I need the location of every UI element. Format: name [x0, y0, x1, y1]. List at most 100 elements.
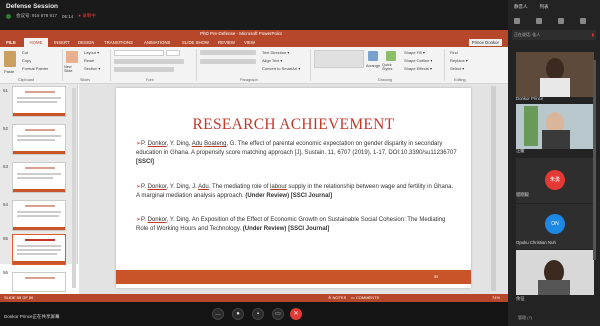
find-button[interactable]: Find — [450, 50, 458, 55]
avatar: ON — [545, 214, 565, 234]
divider — [444, 49, 445, 81]
shape-outline-button[interactable]: Shape Outline ▾ — [404, 58, 432, 63]
divider — [196, 49, 197, 81]
participant-name: 余征 — [516, 296, 525, 301]
video-icon[interactable] — [536, 18, 542, 24]
copy-button[interactable]: Copy — [22, 58, 31, 63]
slide-scrollbar[interactable] — [491, 86, 496, 291]
microphone-icon[interactable]: ● — [232, 308, 244, 320]
meeting-toolbar: Donkor Prince正在共享屏幕 … ● ▪ ▭ ✕ — [0, 302, 508, 326]
smartart-button[interactable]: Convert to SmartArt ▾ — [262, 66, 300, 71]
avatar: 朱勇 — [545, 170, 565, 190]
slide-thumbnail-active[interactable] — [12, 234, 66, 265]
group-slides: Slides — [80, 78, 91, 82]
connection-icon — [6, 13, 11, 19]
chat-icon[interactable] — [558, 18, 564, 24]
shape-fill-button[interactable]: Shape Fill ▾ — [404, 50, 425, 55]
font-color-icons[interactable] — [114, 67, 174, 72]
tab-list[interactable]: 列表 — [540, 4, 549, 10]
slide-title: RESEARCH ACHIEVEMENT — [192, 116, 395, 133]
participant-name: 程刚毅 — [516, 192, 529, 197]
camera-icon[interactable]: ▪ — [252, 308, 264, 320]
slide-page-number: 55 — [434, 274, 439, 279]
window-title: PhD Pre-Defense - Microsoft PowerPoint — [200, 31, 282, 36]
slide-thumbnail[interactable] — [12, 200, 66, 231]
shapes-gallery[interactable] — [314, 50, 364, 68]
slide-thumbnail[interactable] — [12, 162, 66, 193]
divider — [62, 49, 63, 81]
new-slide-icon[interactable] — [66, 51, 78, 63]
replace-button[interactable]: Replace ▾ — [450, 58, 468, 63]
font-format-icons[interactable] — [114, 59, 184, 64]
arrange-button[interactable]: Arrange — [366, 63, 380, 68]
tab-file[interactable]: FILE — [0, 38, 22, 47]
screen-share-icon[interactable]: ▭ — [272, 308, 284, 320]
meeting-id[interactable]: 会议号: 916 878 917 — [16, 13, 57, 19]
align-text-button[interactable]: Align Text ▾ — [262, 58, 282, 63]
group-clipboard: Clipboard — [18, 78, 35, 82]
paste-icon[interactable] — [4, 51, 16, 67]
slide-thumbnail[interactable] — [12, 272, 66, 292]
zoom-level[interactable]: 74% — [492, 295, 500, 300]
slide-thumbnail[interactable] — [12, 86, 66, 117]
active-speaker: 正在说话: 佳人 ▮ — [512, 30, 596, 40]
slide-thumbnails-pane: 51 52 53 54 55 — [0, 84, 78, 265]
hang-up-icon[interactable]: ✕ — [290, 308, 302, 320]
align-icons[interactable] — [200, 59, 256, 64]
list-icons[interactable] — [200, 50, 256, 55]
settings-icon[interactable] — [580, 18, 586, 24]
quick-styles-icon[interactable] — [386, 51, 396, 61]
meeting-header: Defense Session 会议号: 916 878 917 06:14 ●… — [0, 0, 508, 30]
slide-footer-bar — [116, 270, 471, 284]
participant-name: Donkor Prince — [516, 96, 544, 101]
tab-insert[interactable]: INSERT — [54, 40, 70, 45]
mic-muted-icon: ▮ — [591, 32, 594, 37]
tab-home[interactable]: HOME — [24, 38, 48, 47]
slide-thumbnail[interactable] — [12, 124, 66, 155]
paste-button[interactable]: Paste — [4, 69, 14, 74]
audio-icon[interactable] — [514, 18, 520, 24]
slide-counter: SLIDE 55 OF 56 — [4, 295, 34, 300]
text-direction-button[interactable]: Text Direction ▾ — [262, 50, 289, 55]
cut-button[interactable]: Cut — [22, 50, 28, 55]
panel-scrollbar[interactable] — [593, 60, 596, 260]
participant-face — [546, 58, 564, 80]
tab-participants[interactable]: 静音人 — [514, 4, 528, 10]
reset-button[interactable]: Reset — [84, 58, 94, 63]
thumb-number: 52 — [3, 126, 9, 131]
tab-review[interactable]: REVIEW — [218, 40, 235, 45]
font-name-box[interactable] — [114, 50, 164, 56]
shape-effects-button[interactable]: Shape Effects ▾ — [404, 66, 432, 71]
font-size-box[interactable] — [166, 50, 180, 56]
participant-video[interactable] — [516, 250, 594, 295]
tab-animations[interactable]: ANIMATIONS — [144, 40, 170, 45]
thumbnail-scrollbar[interactable] — [72, 88, 76, 288]
divider — [310, 49, 311, 81]
comments-button[interactable]: ▭ COMMENTS — [351, 295, 379, 300]
tab-transitions[interactable]: TRANSITIONS — [104, 40, 133, 45]
thumb-number: 56 — [3, 270, 9, 275]
active-speaker-label: 正在说话: 佳人 — [514, 32, 541, 37]
notes-button[interactable]: ≙ NOTES — [328, 295, 346, 300]
thumb-number: 53 — [3, 164, 9, 169]
arrange-icon[interactable] — [368, 51, 378, 61]
bullet-item: ➢P. Donkor, Y. Ding, Adu Boateng, G. The… — [136, 141, 457, 165]
section-button[interactable]: Section ▾ — [84, 66, 100, 71]
panel-tabs: 静音人 列表 — [514, 4, 549, 10]
participant-name: 汪媛 — [516, 148, 525, 153]
participant-video[interactable] — [516, 104, 594, 149]
more-icon[interactable]: … — [212, 308, 224, 320]
participant-video[interactable] — [516, 52, 594, 97]
account-name[interactable]: Prince Donkor — [468, 39, 502, 46]
tab-slide-show[interactable]: SLIDE SHOW — [182, 40, 209, 45]
format-painter-button[interactable]: Format Painter — [22, 66, 48, 71]
layout-button[interactable]: Layout ▾ — [84, 50, 99, 55]
current-slide[interactable]: RESEARCH ACHIEVEMENT ➢P. Donkor, Y. Ding… — [116, 88, 471, 288]
tab-design[interactable]: DESIGN — [78, 40, 94, 45]
quick-styles-button[interactable]: Quick Styles — [382, 63, 400, 71]
group-paragraph: Paragraph — [240, 78, 258, 82]
new-slide-button[interactable]: New Slide — [64, 65, 80, 73]
panel-footer[interactable]: 管理 (7) — [518, 315, 532, 321]
tab-view[interactable]: VIEW — [244, 40, 255, 45]
select-button[interactable]: Select ▾ — [450, 66, 464, 71]
